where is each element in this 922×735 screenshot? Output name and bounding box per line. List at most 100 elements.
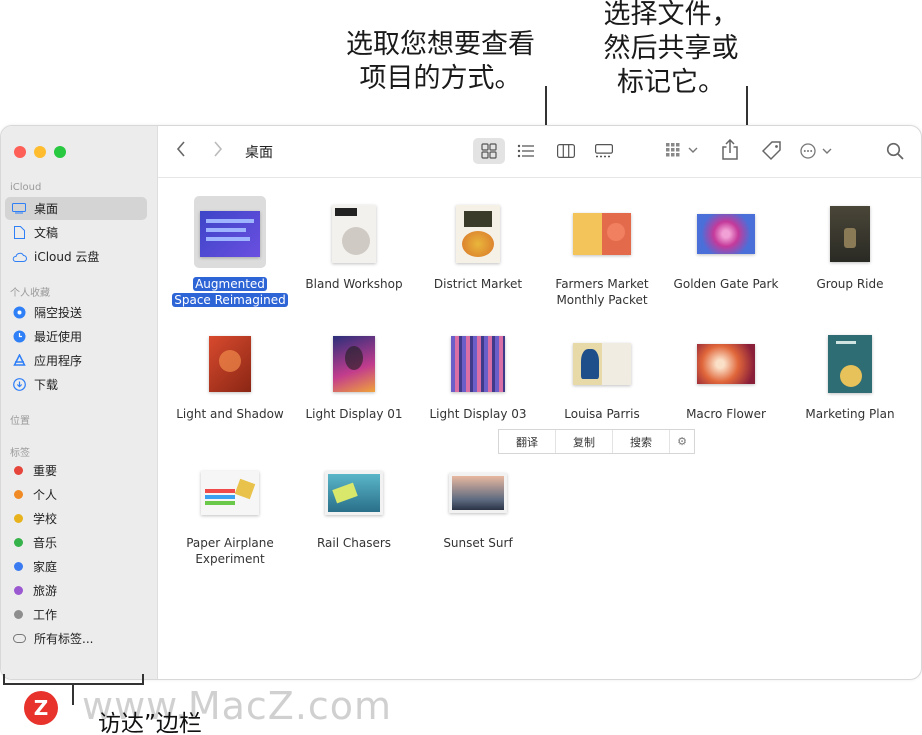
- search-button[interactable]: [886, 142, 904, 160]
- file-item[interactable]: Augmented Space Reimagined: [168, 195, 292, 308]
- file-thumbnail: [200, 211, 260, 257]
- share-callout-line2: 然后共享或: [603, 33, 739, 64]
- watermark-logo: Z: [24, 691, 58, 725]
- file-thumbnail: [456, 205, 500, 263]
- sidebar-item-label: 最近使用: [34, 330, 83, 344]
- file-name: Golden Gate Park: [673, 277, 779, 291]
- file-item[interactable]: Farmers Market Monthly Packet: [540, 195, 664, 308]
- file-item[interactable]: Marketing Plan: [788, 325, 912, 422]
- column-view-button[interactable]: [550, 138, 582, 164]
- file-thumbnail: [697, 214, 755, 254]
- search-text-button[interactable]: 搜索: [613, 430, 670, 453]
- gallery-view-button[interactable]: [588, 138, 620, 164]
- sidebar-tag-travel[interactable]: 旅游: [5, 579, 147, 602]
- columns-icon: [557, 144, 575, 158]
- file-name-line1: Augmented: [193, 277, 267, 291]
- tag-dot-icon: [14, 586, 23, 595]
- file-name: Rail Chasers: [316, 536, 392, 550]
- sidebar-tag-school[interactable]: 学校: [5, 507, 147, 530]
- file-name-line2: Space Reimagined: [172, 293, 288, 307]
- list-view-button[interactable]: [510, 138, 542, 164]
- chevron-down-icon: [822, 148, 832, 154]
- group-by-button[interactable]: [666, 143, 698, 157]
- file-thumbnail: [828, 335, 872, 393]
- window-title: 桌面: [245, 145, 273, 161]
- sidebar-item-desktop[interactable]: 桌面: [5, 197, 147, 220]
- tag-dot-icon: [14, 562, 23, 571]
- desktop-icon: [11, 203, 27, 214]
- file-item[interactable]: Group Ride: [788, 195, 912, 292]
- sidebar-item-label: iCloud 云盘: [34, 250, 100, 264]
- sidebar-section-favorites: 个人收藏: [10, 288, 50, 299]
- file-item[interactable]: Louisa Parris: [540, 325, 664, 422]
- sidebar-item-label: 学校: [33, 512, 58, 526]
- file-name: Sunset Surf: [443, 536, 513, 550]
- zoom-window-button[interactable]: [54, 146, 66, 158]
- sidebar-tag-work[interactable]: 工作: [5, 603, 147, 626]
- sidebar-item-label: 家庭: [33, 560, 58, 574]
- icon-view-button[interactable]: [473, 138, 505, 164]
- file-thumbnail: [449, 473, 507, 513]
- group-grid-icon: [666, 143, 680, 157]
- file-item[interactable]: Golden Gate Park: [664, 195, 788, 292]
- file-item[interactable]: Light Display 03: [416, 325, 540, 422]
- settings-button[interactable]: ⚙: [670, 430, 694, 453]
- tag-dot-icon: [14, 466, 23, 475]
- sidebar-tag-personal[interactable]: 个人: [5, 483, 147, 506]
- sidebar-tag-music[interactable]: 音乐: [5, 531, 147, 554]
- sidebar-item-label: 音乐: [33, 536, 58, 550]
- download-icon: [11, 378, 27, 391]
- file-item[interactable]: Macro Flower: [664, 325, 788, 422]
- sidebar-item-label: 所有标签...: [34, 632, 94, 646]
- share-callout: 选择文件， 然后共享或 标记它。: [596, 0, 746, 100]
- sidebar-item-icloud-drive[interactable]: iCloud 云盘: [5, 245, 147, 268]
- file-thumbnail: [332, 205, 376, 263]
- file-thumbnail: [325, 471, 383, 515]
- minimize-window-button[interactable]: [34, 146, 46, 158]
- sidebar-item-label: 旅游: [33, 584, 58, 598]
- file-thumbnail: [451, 336, 505, 392]
- tag-button[interactable]: [761, 140, 783, 162]
- sidebar-item-recents[interactable]: 最近使用: [5, 325, 147, 348]
- sidebar-item-airdrop[interactable]: 隔空投送: [5, 301, 147, 324]
- file-name: Louisa Parris: [564, 407, 640, 421]
- tag-dot-icon: [14, 514, 23, 523]
- back-button[interactable]: [176, 141, 186, 157]
- sidebar-all-tags[interactable]: 所有标签...: [5, 627, 147, 650]
- file-item[interactable]: District Market: [416, 195, 540, 292]
- file-item[interactable]: Light Display 01: [292, 325, 416, 422]
- tag-dot-icon: [14, 538, 23, 547]
- sidebar-callout-leader: [72, 685, 74, 705]
- sidebar-item-applications[interactable]: 应用程序: [5, 349, 147, 372]
- sidebar-item-downloads[interactable]: 下载: [5, 373, 147, 396]
- file-name: Marketing Plan: [805, 407, 895, 421]
- gear-icon: ⚙: [677, 435, 687, 448]
- share-button[interactable]: [721, 139, 739, 161]
- file-name-line1: Paper Airplane: [186, 536, 274, 550]
- sidebar-item-documents[interactable]: 文稿: [5, 221, 147, 244]
- translate-button[interactable]: 翻译: [499, 430, 556, 453]
- copy-button[interactable]: 复制: [556, 430, 613, 453]
- sidebar-tag-important[interactable]: 重要: [5, 459, 147, 482]
- file-name-line1: Farmers Market: [555, 277, 649, 291]
- file-item[interactable]: Sunset Surf: [416, 454, 540, 551]
- sidebar-tag-family[interactable]: 家庭: [5, 555, 147, 578]
- action-menu-button[interactable]: [800, 143, 832, 159]
- text-context-toolbar: 翻译 复制 搜索 ⚙: [498, 429, 695, 454]
- file-name-line2: Experiment: [195, 552, 265, 566]
- ellipsis-circle-icon: [800, 143, 816, 159]
- sidebar-item-label: 个人: [33, 488, 58, 502]
- clock-icon: [11, 330, 27, 343]
- file-item[interactable]: Paper Airplane Experiment: [168, 454, 292, 567]
- file-thumbnail: [209, 336, 251, 392]
- sidebar: iCloud 桌面 文稿 iCloud 云盘 个人收藏 隔空投送 最近使用 应用…: [1, 126, 158, 679]
- close-window-button[interactable]: [14, 146, 26, 158]
- view-options-callout: 选取您想要查看 项目的方式。: [338, 28, 543, 96]
- view-callout-line2: 项目的方式。: [359, 63, 522, 94]
- share-callout-line1: 选择文件，: [603, 0, 739, 30]
- file-item[interactable]: Light and Shadow: [168, 325, 292, 422]
- forward-button[interactable]: [213, 141, 223, 157]
- file-item[interactable]: Rail Chasers: [292, 454, 416, 551]
- file-item[interactable]: Bland Workshop: [292, 195, 416, 292]
- document-icon: [11, 226, 27, 239]
